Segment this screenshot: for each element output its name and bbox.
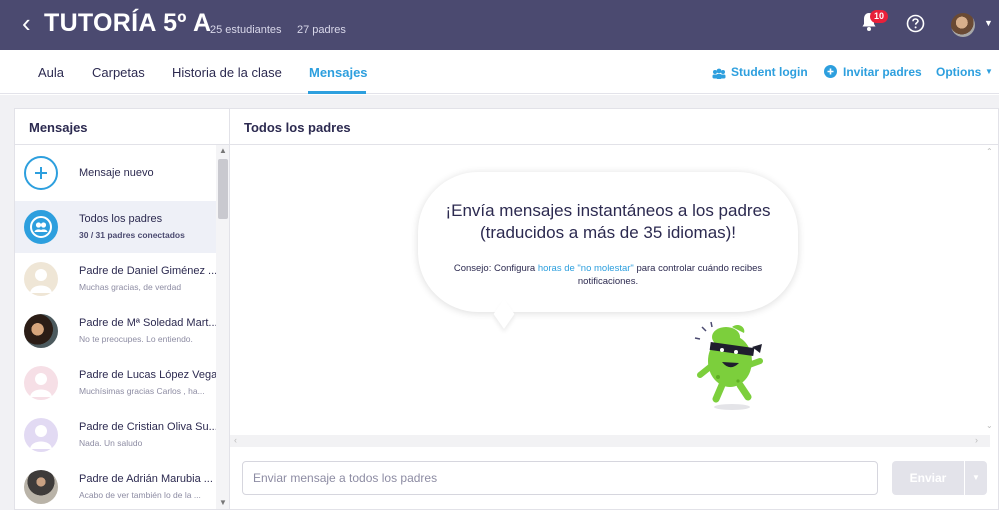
conversation-item[interactable]: Padre de Daniel Giménez ... Muchas graci… (15, 253, 217, 305)
message-composer (242, 461, 878, 495)
conversation-subtitle: 30 / 31 padres conectados (79, 230, 185, 240)
parent-avatar (24, 470, 58, 504)
conversation-item[interactable]: Padre de Adrián Marubia ... Acabo de ver… (15, 461, 216, 509)
conversation-item[interactable]: Padre de Mª Soledad Mart... No te preocu… (15, 305, 217, 357)
back-chevron-icon[interactable]: ‹ (22, 10, 31, 36)
options-caret-icon[interactable]: ▼ (985, 67, 993, 76)
top-header: ‹ TUTORÍA 5º A 25 estudiantes 27 padres … (0, 0, 999, 50)
class-title: TUTORÍA 5º A (44, 9, 212, 37)
user-avatar[interactable] (951, 13, 975, 37)
scroll-left-icon[interactable]: ‹ (234, 435, 237, 445)
conversation-list-header: Mensajes (15, 109, 229, 145)
conversation-title: Todos los padres (244, 120, 351, 135)
student-count[interactable]: 25 estudiantes (210, 24, 282, 36)
plus-circle-icon[interactable] (824, 65, 837, 83)
parent-avatar (24, 366, 58, 400)
student-login-icon[interactable] (712, 66, 726, 84)
conversation-name: Todos los padres (79, 213, 163, 225)
conversation-panel: Todos los padres ¡Envía mensajes instant… (230, 108, 999, 510)
empty-state-bubble: ¡Envía mensajes instantáneos a los padre… (418, 172, 798, 312)
class-nav: Aula Carpetas Historia de la clase Mensa… (0, 50, 999, 94)
scroll-right-icon[interactable]: › (975, 435, 978, 445)
group-icon (24, 210, 58, 244)
send-button[interactable]: Enviar (892, 461, 964, 495)
scroll-down-icon[interactable]: ▼ (219, 498, 227, 507)
empty-state-headline: ¡Envía mensajes instantáneos a los padre… (445, 201, 771, 242)
conversation-item[interactable]: Padre de Cristian Oliva Su... Nada. Un s… (15, 409, 217, 461)
scroll-up-icon[interactable]: ⌃ (986, 147, 993, 156)
new-message-item[interactable]: Mensaje nuevo (15, 147, 216, 199)
invite-parents-link[interactable]: Invitar padres (843, 65, 922, 79)
conversation-subtitle: Acabo de ver también lo de la ... (79, 490, 201, 500)
notification-badge: 10 (870, 10, 889, 23)
conversation-header: Todos los padres (230, 109, 998, 145)
empty-state-tip: Consejo: Configura horas de "no molestar… (418, 262, 798, 288)
monster-mascot-icon (694, 321, 763, 410)
conversation-subtitle: Muchas gracias, de verdad (79, 282, 182, 292)
scrollbar-thumb[interactable] (218, 159, 228, 219)
conversation-subtitle: Muchísimas gracias Carlos , ha... (79, 386, 205, 396)
message-input[interactable] (243, 462, 877, 494)
conversation-name: Mensaje nuevo (79, 167, 154, 179)
tip-prefix: Consejo: Configura (453, 263, 538, 274)
tab-mensajes[interactable]: Mensajes (309, 65, 368, 80)
do-not-disturb-link[interactable]: horas de "no molestar" (538, 263, 634, 274)
active-tab-indicator (308, 91, 366, 94)
help-icon[interactable] (906, 14, 925, 38)
send-options-caret-icon[interactable]: ▼ (965, 461, 987, 495)
conversation-name: Padre de Adrián Marubia ... (79, 473, 213, 485)
conversation-list-scrollbar[interactable]: ▲ ▼ (216, 145, 229, 509)
user-menu-caret-icon[interactable]: ▼ (984, 18, 993, 28)
plus-icon (24, 156, 58, 190)
scroll-up-icon[interactable]: ▲ (219, 146, 227, 155)
student-login-link[interactable]: Student login (731, 65, 808, 79)
conversation-list-title: Mensajes (29, 120, 88, 135)
conversation-name: Padre de Cristian Oliva Su... (79, 421, 217, 433)
conversation-list-panel: Mensajes Mensaje nuevo Todos los padres … (14, 108, 230, 510)
parent-avatar (24, 314, 58, 348)
conversation-name: Padre de Mª Soledad Mart... (79, 317, 217, 329)
conversation-horizontal-scrollbar[interactable]: ‹ › (230, 435, 990, 447)
tab-carpetas[interactable]: Carpetas (92, 65, 145, 80)
conversation-subtitle: No te preocupes. Lo entiendo. (79, 334, 193, 344)
options-menu[interactable]: Options (936, 65, 981, 79)
tab-aula[interactable]: Aula (38, 65, 64, 80)
conversation-name: Padre de Lucas López Vega (79, 369, 217, 381)
conversation-name: Padre de Daniel Giménez ... (79, 265, 217, 277)
tab-historia[interactable]: Historia de la clase (172, 65, 282, 80)
conversation-subtitle: Nada. Un saludo (79, 438, 143, 448)
parent-avatar (24, 262, 58, 296)
conversation-item-all-parents[interactable]: Todos los padres 30 / 31 padres conectad… (15, 201, 216, 253)
conversation-vertical-scrollbar[interactable]: ⌃ ⌄ (984, 145, 996, 435)
parent-avatar (24, 418, 58, 452)
conversation-item[interactable]: Padre de Lucas López Vega Muchísimas gra… (15, 357, 217, 409)
scroll-down-icon[interactable]: ⌄ (986, 421, 993, 430)
parent-count[interactable]: 27 padres (297, 24, 346, 36)
